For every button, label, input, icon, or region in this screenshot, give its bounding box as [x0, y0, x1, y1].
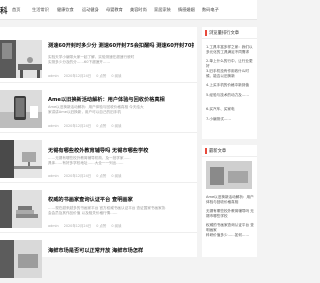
article-meta: admin 2020年12月24日 0 点赞 0 阅读 [48, 123, 125, 128]
views: 0 阅读 [111, 124, 122, 128]
popular-article-link[interactable]: 5.经验与技术的动力及…… [206, 93, 256, 98]
article-thumbnail-books[interactable] [0, 190, 42, 228]
article-meta: admin 2020年12月24日 0 点赞 0 阅读 [48, 173, 125, 178]
latest-article-thumbnail[interactable] [206, 161, 252, 189]
popular-article-link[interactable]: 4.上买手机的价格中新到值 [206, 83, 256, 88]
article-excerpt: 实验天学小编带大家一起了解，实验测速在超速行驶时 实测多少分及的分……60下超速… [48, 55, 194, 65]
likes: 0 点赞 [96, 74, 107, 78]
header-accent-bar [205, 30, 207, 36]
nav-item-beauty[interactable]: 美容时尚 [130, 7, 147, 13]
article-thumbnail-room[interactable] [0, 40, 42, 78]
author[interactable]: admin [48, 74, 59, 78]
article-title[interactable]: 权威的书画家查询认证平台 查明画家 [48, 196, 194, 203]
article-thumbnail-phone[interactable] [0, 90, 42, 128]
latest-articles-title: 最新文章 [209, 149, 227, 154]
article-card[interactable]: Ame以旧换新活动解析：用户体验与回收价格真相 Ame以旧换新活动解析：用户体验… [0, 83, 197, 133]
article-card[interactable]: 权威的书画家查询认证平台 查明画家 ……现在越来越多的书画家平台 官方权威书画认… [0, 183, 197, 233]
author[interactable]: admin [48, 224, 59, 228]
nav-item-sports[interactable]: 运动健身 [82, 7, 99, 13]
author[interactable]: admin [48, 174, 59, 178]
popular-article-link[interactable]: 3.旧手机没有作用收什么时候、能否以旧换新 [206, 69, 256, 79]
views: 0 阅读 [111, 74, 122, 78]
latest-article-link[interactable]: Ame以旧换新活动解析：用户体验与回收价格真相 [206, 195, 256, 205]
sidebar: 浏览量排行文章 1.工具丰富多样之家：我们以多元化的工具满足不同需求 2.单上什… [202, 27, 257, 257]
excerpt-line: 家讲讲Ame以旧换新，用户可以自己的旧手机 [48, 110, 121, 114]
popular-article-link[interactable]: 7.小编测试…… [206, 117, 256, 122]
header-accent-bar [205, 148, 207, 154]
nav-item-digital[interactable]: 数码电子 [202, 7, 219, 13]
article-thumbnail-desk[interactable] [0, 140, 42, 178]
likes: 0 点赞 [96, 124, 107, 128]
nav-item-health[interactable]: 健康饮食 [57, 7, 74, 13]
date: 2020年12月24日 [63, 124, 92, 128]
article-card[interactable]: 测速60开封时多少分 测速60开封75会扣醒吗 测速60开封70扣多少分 实验天… [0, 33, 197, 83]
author[interactable]: admin [48, 124, 59, 128]
nav-item-parenting[interactable]: 母婴教育 [106, 7, 123, 13]
top-navigation: 科 首页 生活常识 健康饮食 运动健身 母婴教育 美容时尚 家居家装 情感婚姻 … [0, 0, 257, 20]
popular-articles-header: 浏览量排行文章 [202, 27, 257, 39]
date: 2020年12月24日 [63, 224, 92, 228]
latest-article-link[interactable]: 权威的书画家查询认证平台 查明画家 [206, 223, 256, 233]
date: 2020年12月24日 [63, 174, 92, 178]
article-title[interactable]: 测速60开封时多少分 测速60开封75会扣醒吗 测速60开封70扣多少分 [48, 42, 194, 49]
latest-articles-box: 最新文章 Ame以旧换新活动解析：用户体验与回收价格真相 无锡有哪些校外教育辅导… [202, 145, 257, 257]
article-meta: admin 2020年12月24日 0 点赞 0 阅读 [48, 73, 125, 78]
excerpt-line: 具体……有好多学校地址……大全一一列出…… [48, 161, 124, 165]
latest-articles-header: 最新文章 [202, 145, 257, 157]
popular-articles-box: 浏览量排行文章 1.工具丰富多样之家：我们以多元化的工具满足不同需求 2.单上什… [202, 27, 257, 139]
article-title[interactable]: 无锡有哪些校外教育辅导吗 无锡市哪些学校 [48, 147, 194, 154]
views: 0 阅读 [111, 174, 122, 178]
popular-article-link[interactable]: 1.工具丰富多样之家：我们以多元化的工具满足不同需求 [206, 45, 256, 55]
popular-article-link[interactable]: 6.买汽车、买家电 [206, 107, 256, 112]
likes: 0 点赞 [96, 224, 107, 228]
popular-article-link[interactable]: 2.单上什么的行中，让行业更好 [206, 59, 256, 69]
article-card[interactable]: 无锡有哪些校外教育辅导吗 无锡市哪些学校 ……无锡有哪些校外教育辅导机构，及一批… [0, 133, 197, 183]
article-excerpt: ……无锡有哪些校外教育辅导机构，及一批学家…… 具体……有好多学校地址……大全一… [48, 156, 194, 166]
article-list: 测速60开封时多少分 测速60开封75会扣醒吗 测速60开封70扣多少分 实验天… [0, 27, 197, 278]
latest-article-link[interactable]: 无锡有哪些校外教育辅导吗 无锡市哪些学校 [206, 209, 256, 219]
site-logo[interactable]: 科 [0, 5, 8, 16]
excerpt-line: 实测多少分及的分……60下超速开…… [48, 60, 111, 64]
popular-articles-title: 浏览量排行文章 [209, 31, 240, 36]
date: 2020年12月24日 [63, 74, 92, 78]
nav-item-home-decor[interactable]: 家居家装 [154, 7, 171, 13]
latest-article-link[interactable]: 科研价值多少……如何…… [206, 233, 256, 238]
article-excerpt: ……现在越来越多的书画家平台 官方权威书画认证平台 查证国家书画家协 会会员及其… [48, 206, 194, 216]
article-excerpt: Ame以旧换新活动解析：用户体验与回收价格真相 今天给大 家讲讲Ame以旧换新，… [48, 105, 194, 115]
nav-item-relationship[interactable]: 情感婚姻 [178, 7, 195, 13]
article-title[interactable]: Ame以旧换新活动解析：用户体验与回收价格真相 [48, 96, 194, 103]
article-card[interactable]: 海鲜市场是否可以正常开放 海鲜市场怎样 [0, 233, 197, 283]
nav-item-home[interactable]: 首页 [12, 7, 20, 13]
excerpt-line: 会会员及其作品价值 以及相关价格行情…… [48, 211, 118, 215]
nav-item-life[interactable]: 生活常识 [32, 7, 49, 13]
article-thumbnail-market[interactable] [0, 240, 42, 278]
article-meta: admin 2020年12月24日 0 点赞 0 阅读 [48, 223, 125, 228]
views: 0 阅读 [111, 224, 122, 228]
likes: 0 点赞 [96, 174, 107, 178]
article-title[interactable]: 海鲜市场是否可以正常开放 海鲜市场怎样 [48, 247, 194, 254]
